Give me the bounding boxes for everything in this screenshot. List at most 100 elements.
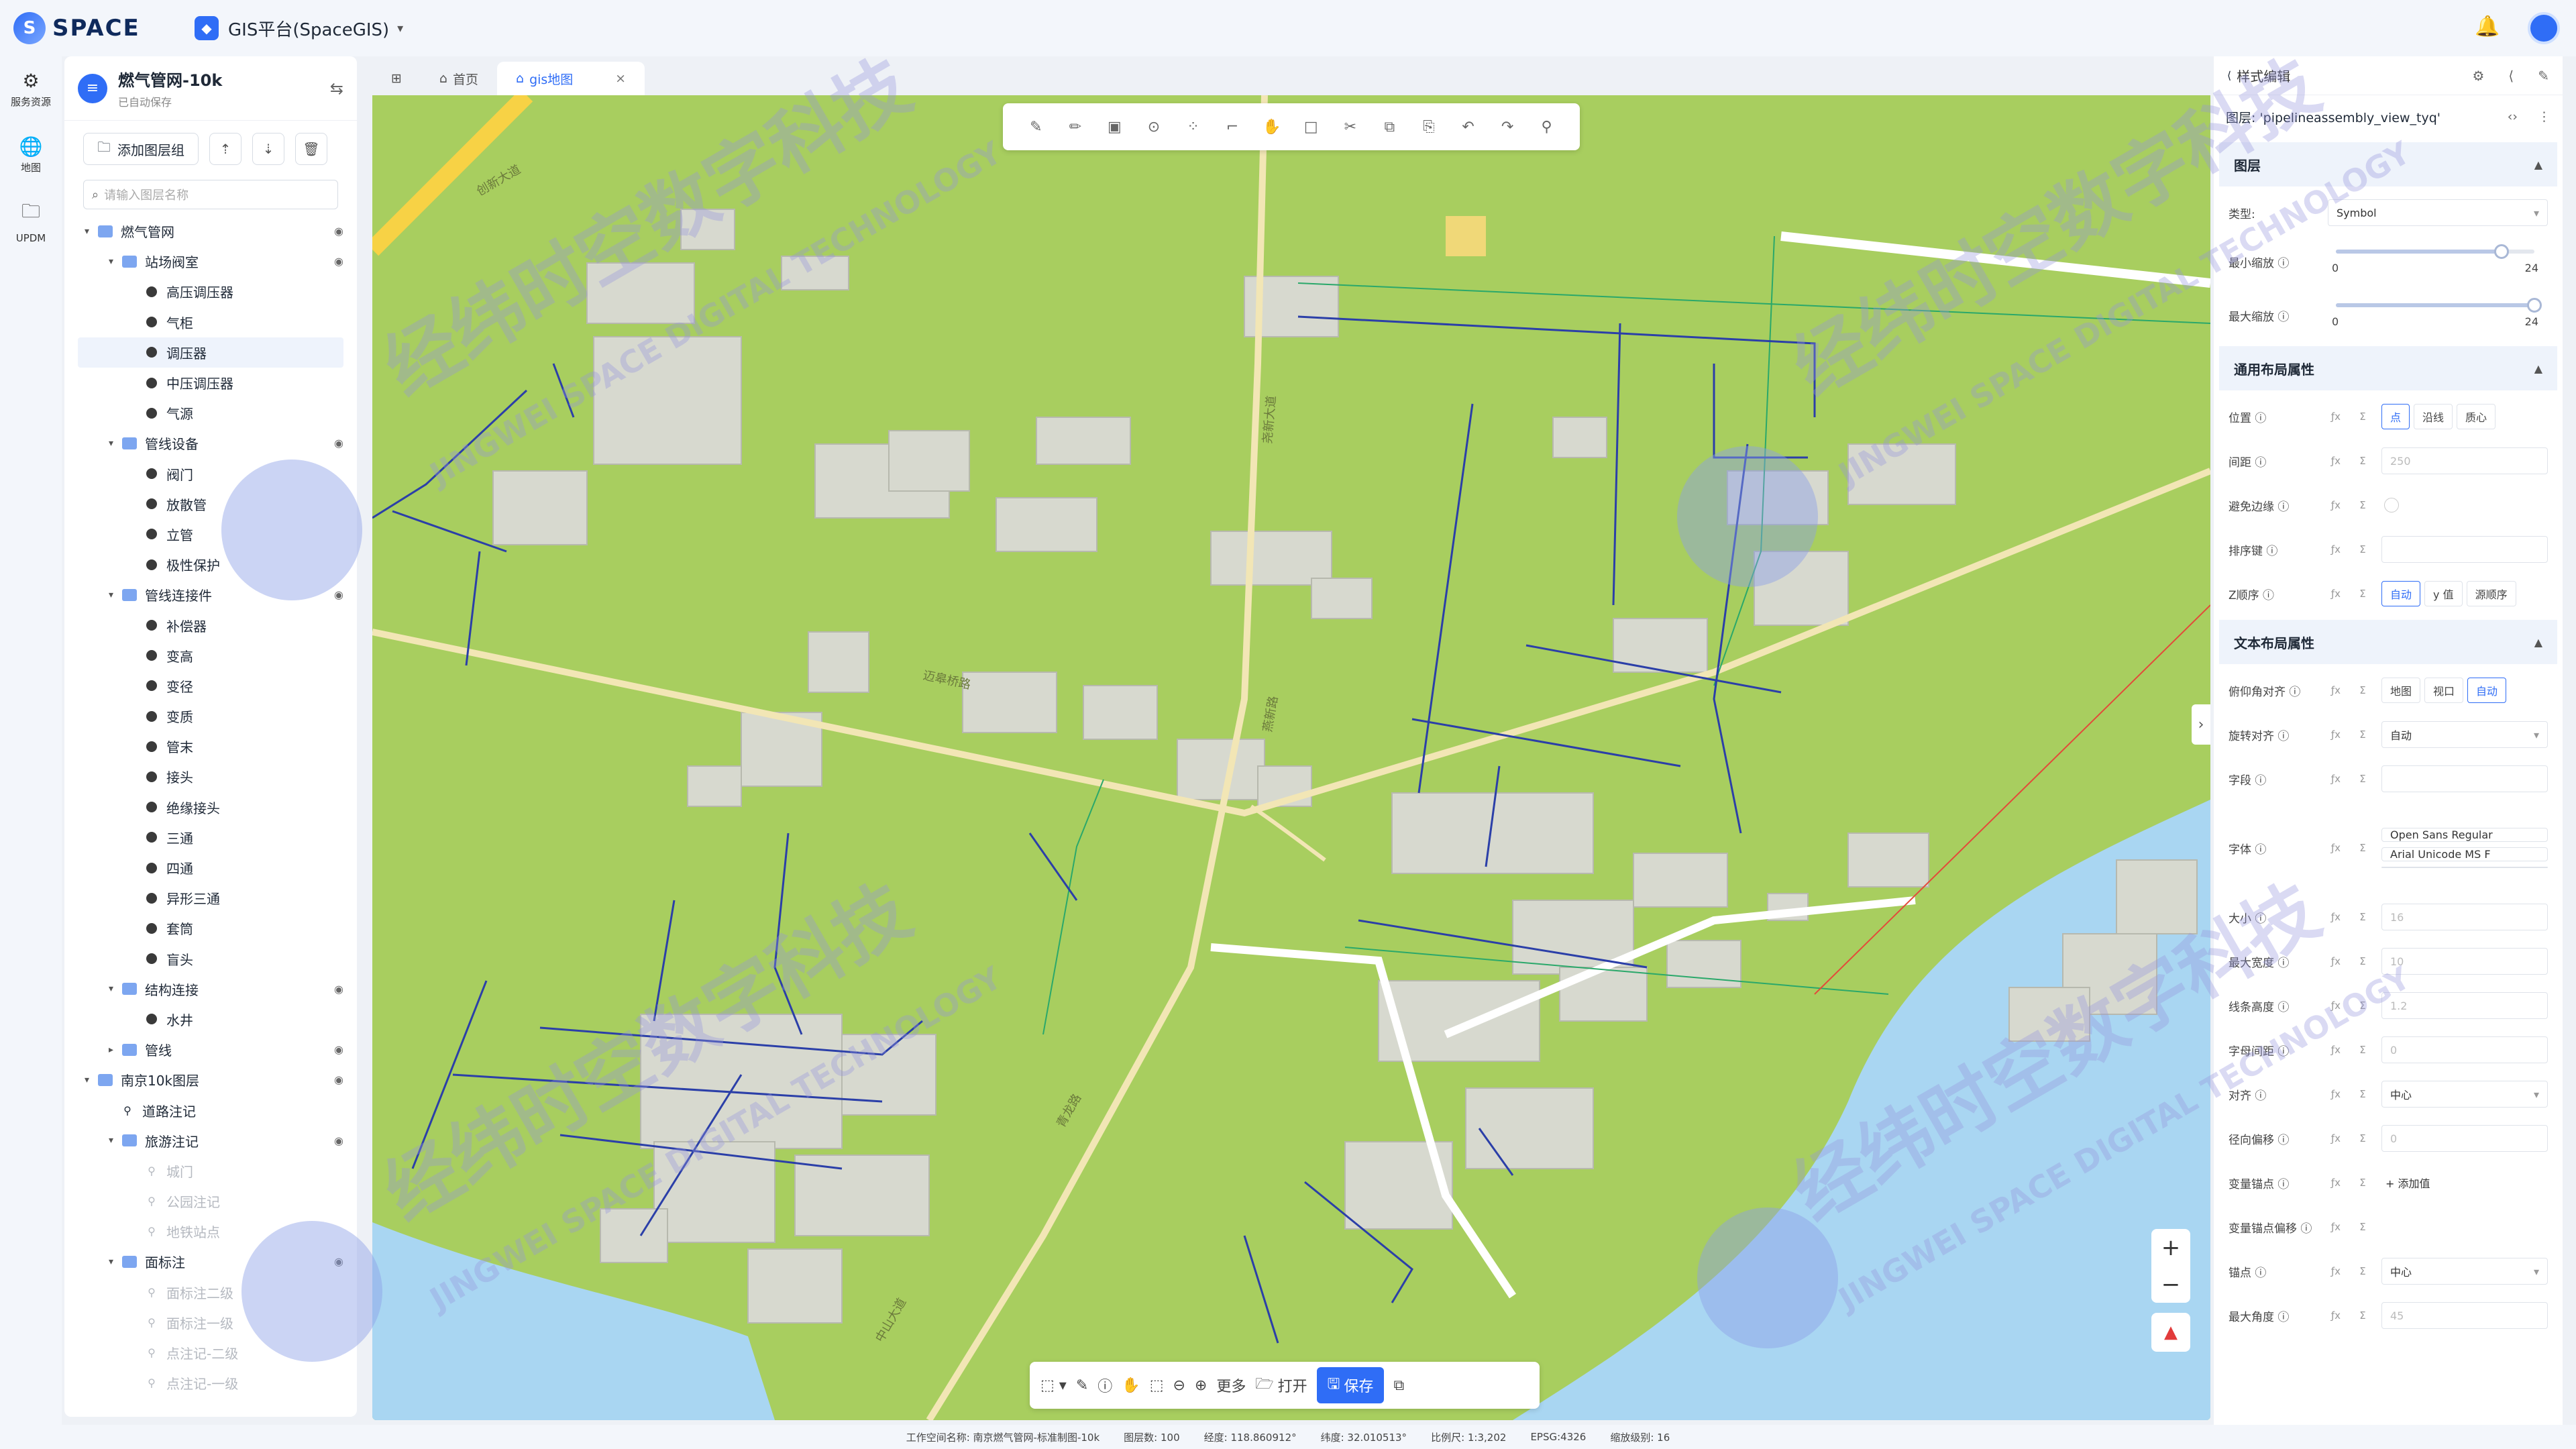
property-input[interactable]: 45 bbox=[2381, 1302, 2548, 1329]
eye-icon[interactable]: ◉ bbox=[334, 1134, 343, 1147]
sigma-icon[interactable]: Σ bbox=[2349, 911, 2376, 923]
tree-item[interactable]: ⚲ 城门 bbox=[78, 1156, 343, 1186]
help-icon[interactable]: ⓘ bbox=[2251, 1267, 2266, 1280]
sigma-icon[interactable]: Σ bbox=[2349, 773, 2376, 785]
tree-item[interactable]: 三通 bbox=[78, 822, 343, 853]
help-icon[interactable]: ⓘ bbox=[2251, 412, 2266, 425]
map-canvas[interactable]: 创新大道 尧新大道 迈皋桥路 燕新路 青龙路 中山大道 ✎ ✏ ▣ ⊙ ⁘ ⌐ ✋ □ ✂… bbox=[372, 95, 2210, 1420]
function-icon[interactable]: ƒx bbox=[2322, 543, 2349, 555]
tree-item[interactable]: 极性保护 bbox=[78, 549, 343, 580]
tree-item[interactable]: ▾ 站场阀室 ◉ bbox=[78, 246, 343, 276]
hand-icon[interactable]: ✋ bbox=[1257, 119, 1287, 136]
function-icon[interactable]: ƒx bbox=[2322, 684, 2349, 696]
tree-item[interactable]: ▾ 南京10k图层 ◉ bbox=[78, 1065, 343, 1095]
chevron-down-icon[interactable]: ▾ bbox=[85, 1075, 98, 1085]
segment-option[interactable]: 地图 bbox=[2381, 678, 2421, 703]
segment-option[interactable]: 视口 bbox=[2424, 678, 2464, 703]
avoid-edges-toggle[interactable] bbox=[2384, 498, 2399, 513]
tree-item[interactable]: 变质 bbox=[78, 701, 343, 731]
app-switcher[interactable]: ◆ GIS平台(SpaceGIS) ▾ bbox=[195, 16, 403, 41]
tree-item[interactable]: ▾ 结构连接 ◉ bbox=[78, 974, 343, 1004]
function-icon[interactable]: ƒx bbox=[2322, 499, 2349, 511]
function-icon[interactable]: ƒx bbox=[2322, 842, 2349, 854]
tree-item[interactable]: ⚲ 面标注一级 bbox=[78, 1307, 343, 1338]
type-select[interactable]: Symbol bbox=[2328, 199, 2548, 226]
segment-option[interactable]: 点 bbox=[2381, 404, 2410, 429]
info-icon[interactable]: ⓘ bbox=[1097, 1375, 1112, 1396]
zoom-out-icon[interactable]: ⊖ bbox=[1173, 1377, 1185, 1394]
help-icon[interactable]: ⓘ bbox=[2274, 1134, 2289, 1147]
function-icon[interactable]: ƒx bbox=[2322, 955, 2349, 967]
function-icon[interactable]: ƒx bbox=[2322, 1132, 2349, 1144]
sigma-icon[interactable]: Σ bbox=[2349, 588, 2376, 600]
tree-item[interactable]: 立管 bbox=[78, 519, 343, 549]
property-input[interactable]: 16 bbox=[2381, 904, 2548, 930]
property-input[interactable]: 0 bbox=[2381, 1036, 2548, 1063]
eye-icon[interactable]: ◉ bbox=[334, 255, 343, 268]
code-icon[interactable]: ‹› bbox=[2508, 109, 2518, 124]
eye-icon[interactable]: ◉ bbox=[334, 1073, 343, 1086]
property-input[interactable] bbox=[2381, 536, 2548, 563]
tree-item[interactable]: ⚲ 地铁站点 bbox=[78, 1216, 343, 1246]
property-input[interactable]: 10 bbox=[2381, 948, 2548, 975]
tree-item[interactable]: 管末 bbox=[78, 731, 343, 761]
tree-item[interactable]: 套筒 bbox=[78, 913, 343, 943]
tab-home[interactable]: ⌂ 首页 bbox=[421, 62, 497, 95]
chevron-down-icon[interactable]: ▾ bbox=[109, 256, 122, 267]
export-icon[interactable]: ⧉ bbox=[1393, 1377, 1404, 1394]
tree-item[interactable]: ⚲ 面标注二级 bbox=[78, 1277, 343, 1307]
property-input[interactable]: 250 bbox=[2381, 447, 2548, 474]
eye-icon[interactable]: ◉ bbox=[334, 588, 343, 601]
copy-icon[interactable]: ⧉ bbox=[1375, 119, 1404, 136]
section-layer[interactable]: 图层 ▲ bbox=[2219, 142, 2557, 186]
function-icon[interactable]: ƒx bbox=[2322, 411, 2349, 423]
tree-item[interactable]: 变径 bbox=[78, 671, 343, 701]
tree-item[interactable]: 中压调压器 bbox=[78, 368, 343, 398]
point-icon[interactable]: ⊙ bbox=[1139, 119, 1169, 136]
help-icon[interactable]: ⓘ bbox=[2274, 1311, 2289, 1324]
help-icon[interactable]: ⓘ bbox=[2263, 545, 2277, 558]
sigma-icon[interactable]: Σ bbox=[2349, 455, 2376, 467]
square-select-icon[interactable]: ▣ bbox=[1099, 119, 1129, 136]
sort-up-button[interactable]: ⇡ bbox=[209, 133, 241, 165]
sort-down-button[interactable]: ⇣ bbox=[252, 133, 284, 165]
sigma-icon[interactable]: Σ bbox=[2349, 1044, 2376, 1056]
sigma-icon[interactable]: Σ bbox=[2349, 543, 2376, 555]
avatar[interactable] bbox=[2528, 12, 2560, 44]
help-icon[interactable]: ⓘ bbox=[2286, 686, 2300, 699]
function-icon[interactable]: ƒx bbox=[2322, 1177, 2349, 1189]
layer-search-input[interactable]: ⌕ 请输入图层名称 bbox=[83, 180, 338, 209]
function-icon[interactable]: ƒx bbox=[2322, 1088, 2349, 1100]
help-icon[interactable]: ⓘ bbox=[2297, 1222, 2312, 1236]
tree-item[interactable]: 放散管 bbox=[78, 489, 343, 519]
zoom-in-button[interactable]: + bbox=[2161, 1234, 2181, 1261]
eye-icon[interactable]: ◉ bbox=[334, 1255, 343, 1268]
bell-icon[interactable]: 🔔 bbox=[2474, 15, 2501, 42]
sigma-icon[interactable]: Σ bbox=[2349, 1000, 2376, 1012]
tree-item[interactable]: 四通 bbox=[78, 853, 343, 883]
segment-option[interactable]: 质心 bbox=[2457, 404, 2496, 429]
chevron-down-icon[interactable]: ▾ bbox=[109, 438, 122, 449]
paste-icon[interactable]: ⎘ bbox=[1414, 119, 1444, 136]
more-button[interactable]: 更多 bbox=[1216, 1375, 1246, 1396]
help-icon[interactable]: ⓘ bbox=[2251, 912, 2266, 926]
zoom-box-icon[interactable]: ⬚ bbox=[1150, 1377, 1164, 1394]
tree-item[interactable]: 调压器 bbox=[78, 337, 343, 368]
add-value-button[interactable]: + 添加值 bbox=[2385, 1175, 2430, 1191]
section-text-layout[interactable]: 文本布局属性 ▲ bbox=[2219, 620, 2557, 664]
sigma-icon[interactable]: Σ bbox=[2349, 411, 2376, 423]
line-icon[interactable]: ⌐ bbox=[1218, 119, 1247, 136]
segment-option[interactable]: 自动 bbox=[2467, 678, 2507, 703]
font-input[interactable]: Open Sans Regular bbox=[2381, 828, 2548, 842]
nav-item-resources[interactable]: ⚙ 服务资源 bbox=[0, 56, 62, 122]
measure-icon[interactable]: ✎ bbox=[1076, 1377, 1088, 1394]
slider-knob[interactable] bbox=[2527, 298, 2542, 313]
open-button[interactable]: 🗁 打开 bbox=[1255, 1373, 1307, 1398]
function-icon[interactable]: ƒx bbox=[2322, 911, 2349, 923]
tree-item[interactable]: ▾ 管线设备 ◉ bbox=[78, 428, 343, 458]
tab-gis-map[interactable]: ⌂ gis地图 × bbox=[497, 62, 645, 95]
chevron-right-icon[interactable]: › bbox=[2192, 704, 2210, 745]
help-icon[interactable]: ⓘ bbox=[2251, 1089, 2266, 1103]
sigma-icon[interactable]: Σ bbox=[2349, 1221, 2376, 1233]
nav-item-map[interactable]: 🌐 地图 bbox=[0, 122, 62, 188]
